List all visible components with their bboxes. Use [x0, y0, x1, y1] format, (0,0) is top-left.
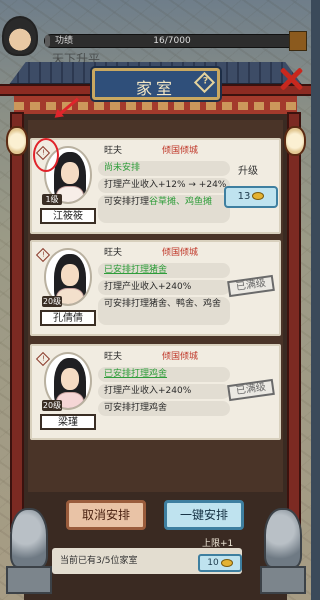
right-pillar — [287, 112, 301, 532]
limit-cost: 10 — [207, 558, 219, 568]
spouse-level: 20级 — [42, 296, 62, 307]
cancel-assign-button[interactable]: 取消安排 — [66, 500, 146, 530]
limit-label: 上限+1 — [202, 539, 234, 549]
husband-label: 旺夫 — [104, 352, 123, 362]
income-bonus: 打理产业收入+12% → +24% — [98, 178, 230, 193]
spouse-name: 梁瑾 — [40, 414, 96, 430]
assignment-status: 尚未安排 — [98, 161, 230, 176]
raise-limit-button[interactable]: 10 — [198, 554, 242, 572]
one-click-assign-button[interactable]: 一键安排 — [164, 500, 244, 530]
spouse-card: ! 20级 梁瑾 旺夫 倾国倾城 已安排打理鸡舍 打理产业收入+240% 可安排… — [30, 344, 281, 440]
spouse-portrait[interactable]: 20级 梁瑾 — [40, 352, 96, 430]
portrait-face — [61, 264, 79, 286]
right-lantern-icon — [284, 126, 306, 156]
upgrade-cost: 13 — [237, 191, 251, 202]
left-pillar — [10, 112, 24, 532]
upgrade-button[interactable]: 13 — [224, 186, 278, 208]
assignable-list: 可安排打理鸡舍 — [98, 401, 230, 416]
coin-icon — [220, 558, 233, 567]
portrait-face — [61, 368, 79, 390]
income-bonus: 打理产业收入+240% — [98, 280, 230, 295]
scroll-cap-icon — [289, 31, 307, 51]
merit-bar: 功绩 16/7000 — [44, 31, 307, 51]
tutorial-highlight-ring — [33, 138, 59, 172]
trait-row: 旺夫 倾国倾城 — [98, 246, 230, 261]
spouse-card: ! 20级 孔倩倩 旺夫 倾国倾城 已安排打理猪舍 打理产业收入+240% 可安… — [30, 240, 281, 336]
spouse-info: 旺夫 倾国倾城 已安排打理鸡舍 打理产业收入+240% 可安排打理鸡舍 — [98, 350, 230, 418]
trait-value: 倾国倾城 — [162, 352, 199, 362]
assignment-status: 已安排打理猪舍 — [98, 263, 230, 278]
coin-icon — [252, 192, 265, 200]
husband-label: 旺夫 — [104, 248, 123, 258]
spouse-portrait[interactable]: 20级 孔倩倩 — [40, 248, 96, 326]
spouse-level: 20级 — [42, 400, 62, 411]
trait-row: 旺夫 倾国倾城 — [98, 144, 230, 159]
assignable-list: 可安排打理猪舍、鸭舍、鸡舍 — [98, 297, 230, 325]
trait-row: 旺夫 倾国倾城 — [98, 350, 230, 365]
left-lantern-icon — [6, 126, 28, 156]
assignable-list: 可安排打理谷草摊、鸡鱼摊 — [98, 195, 230, 223]
maxed-stamp: 已满级 — [227, 274, 275, 298]
left-stone-lion-icon — [6, 500, 52, 596]
husband-label: 旺夫 — [104, 146, 123, 156]
bottom-base — [24, 492, 287, 600]
spouse-info: 旺夫 倾国倾城 已安排打理猪舍 打理产业收入+240% 可安排打理猪舍、鸭舍、鸡… — [98, 246, 230, 327]
close-button[interactable] — [278, 66, 304, 92]
upgrade-label: 升级 — [238, 166, 258, 177]
portrait-face — [61, 162, 79, 184]
spouse-card: ! 1级 江筱筱 旺夫 倾国倾城 尚未安排 打理产业收入+12% → +24% … — [30, 138, 281, 234]
spouse-level: 1级 — [42, 194, 62, 205]
spouse-count: 当前已有3/5位家室 — [60, 556, 138, 566]
spouse-name: 孔倩倩 — [40, 310, 96, 326]
trait-value: 倾国倾城 — [162, 248, 199, 258]
official-avatar — [2, 16, 38, 56]
right-stone-lion-icon — [260, 500, 306, 596]
spouse-info: 旺夫 倾国倾城 尚未安排 打理产业收入+12% → +24% 可安排打理谷草摊、… — [98, 144, 230, 225]
assignment-status: 已安排打理鸡舍 — [98, 367, 230, 382]
help-icon: ? — [202, 76, 209, 87]
spouse-name: 江筱筱 — [40, 208, 96, 224]
maxed-stamp: 已满级 — [227, 378, 275, 402]
trait-value: 倾国倾城 — [162, 146, 199, 156]
income-bonus: 打理产业收入+240% — [98, 384, 230, 399]
merit-value: 16/7000 — [153, 36, 191, 46]
